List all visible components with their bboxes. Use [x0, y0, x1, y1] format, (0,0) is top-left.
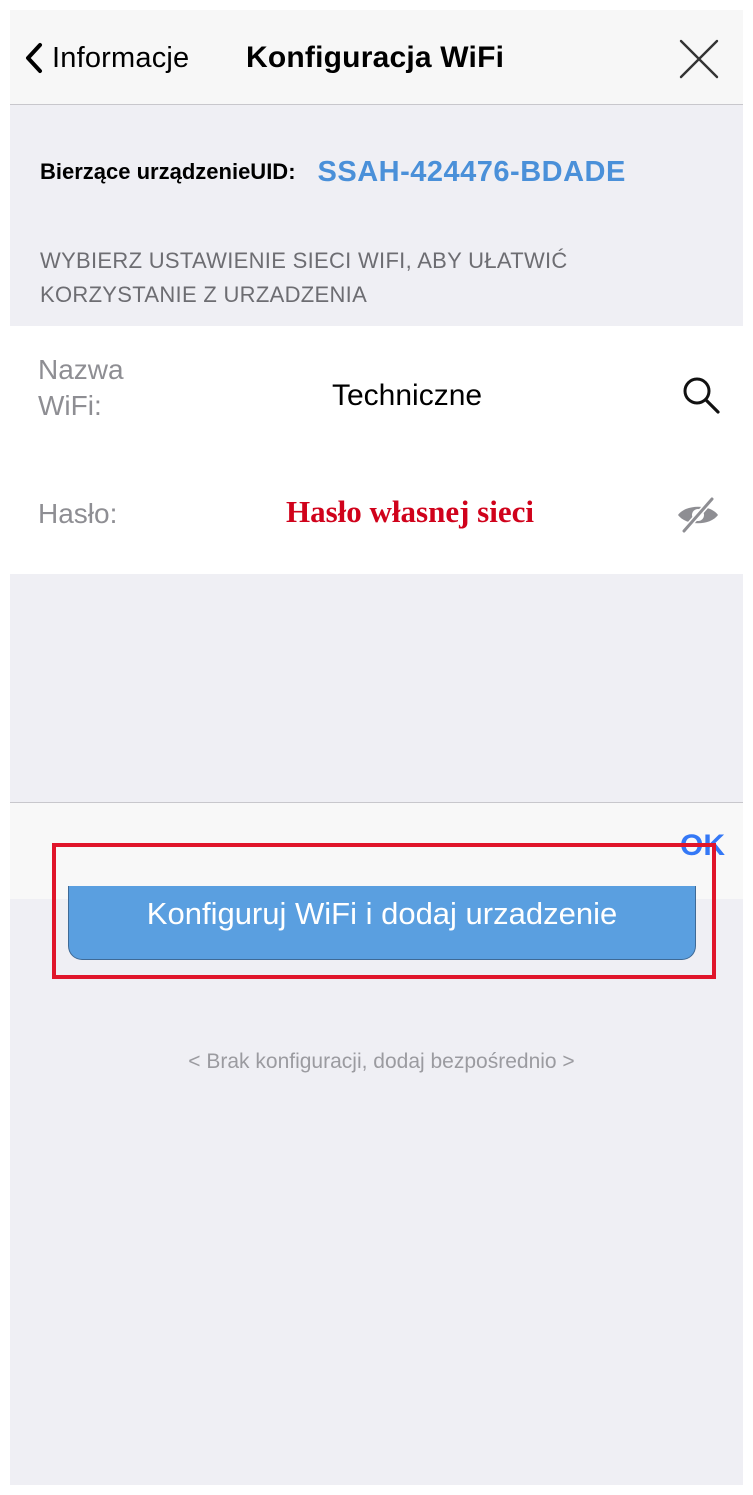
skip-configuration-link[interactable]: < Brak konfiguracji, dodaj bezpośrednio …	[10, 1050, 743, 1074]
configure-wifi-add-device-button[interactable]: Konfiguruj WiFi i dodaj urzadzenie	[68, 886, 696, 960]
eye-slash-icon	[678, 496, 718, 534]
wifi-name-label: Nazwa WiFi:	[38, 354, 124, 421]
wifi-section-hint: WYBIERZ USTAWIENIE SIECI WIFI, ABY UŁATW…	[40, 248, 568, 307]
password-label: Hasło:	[38, 498, 118, 529]
chevron-left-icon	[26, 43, 42, 73]
keyboard-toolbar: OK	[10, 802, 743, 899]
password-field[interactable]: Hasło własnej sieci	[286, 490, 646, 534]
wifi-config-screen: Informacje Konfiguracja WiFi Bierzące ur…	[10, 10, 743, 1485]
password-visibility-toggle[interactable]	[674, 494, 722, 536]
wifi-name-field[interactable]: Techniczne	[332, 376, 482, 416]
back-button[interactable]: Informacje	[24, 30, 189, 86]
page-title: Konfiguracja WiFi	[246, 41, 505, 74]
wifi-form: Nazwa WiFi: Techniczne Hasło: Hasło włas…	[10, 326, 743, 574]
device-uid-row: Bierzące urządzenieUID: SSAH-424476-BDAD…	[40, 150, 740, 194]
back-button-label: Informacje	[52, 41, 190, 74]
device-uid-label: Bierzące urządzenieUID:	[40, 159, 296, 184]
device-uid-value: SSAH-424476-BDADE	[317, 155, 626, 188]
ok-button[interactable]: OK	[680, 829, 725, 863]
wifi-search-button[interactable]	[680, 374, 722, 416]
close-button[interactable]	[678, 38, 720, 80]
close-icon	[679, 39, 719, 79]
navigation-bar: Informacje Konfiguracja WiFi	[10, 10, 743, 105]
search-icon	[683, 377, 720, 414]
